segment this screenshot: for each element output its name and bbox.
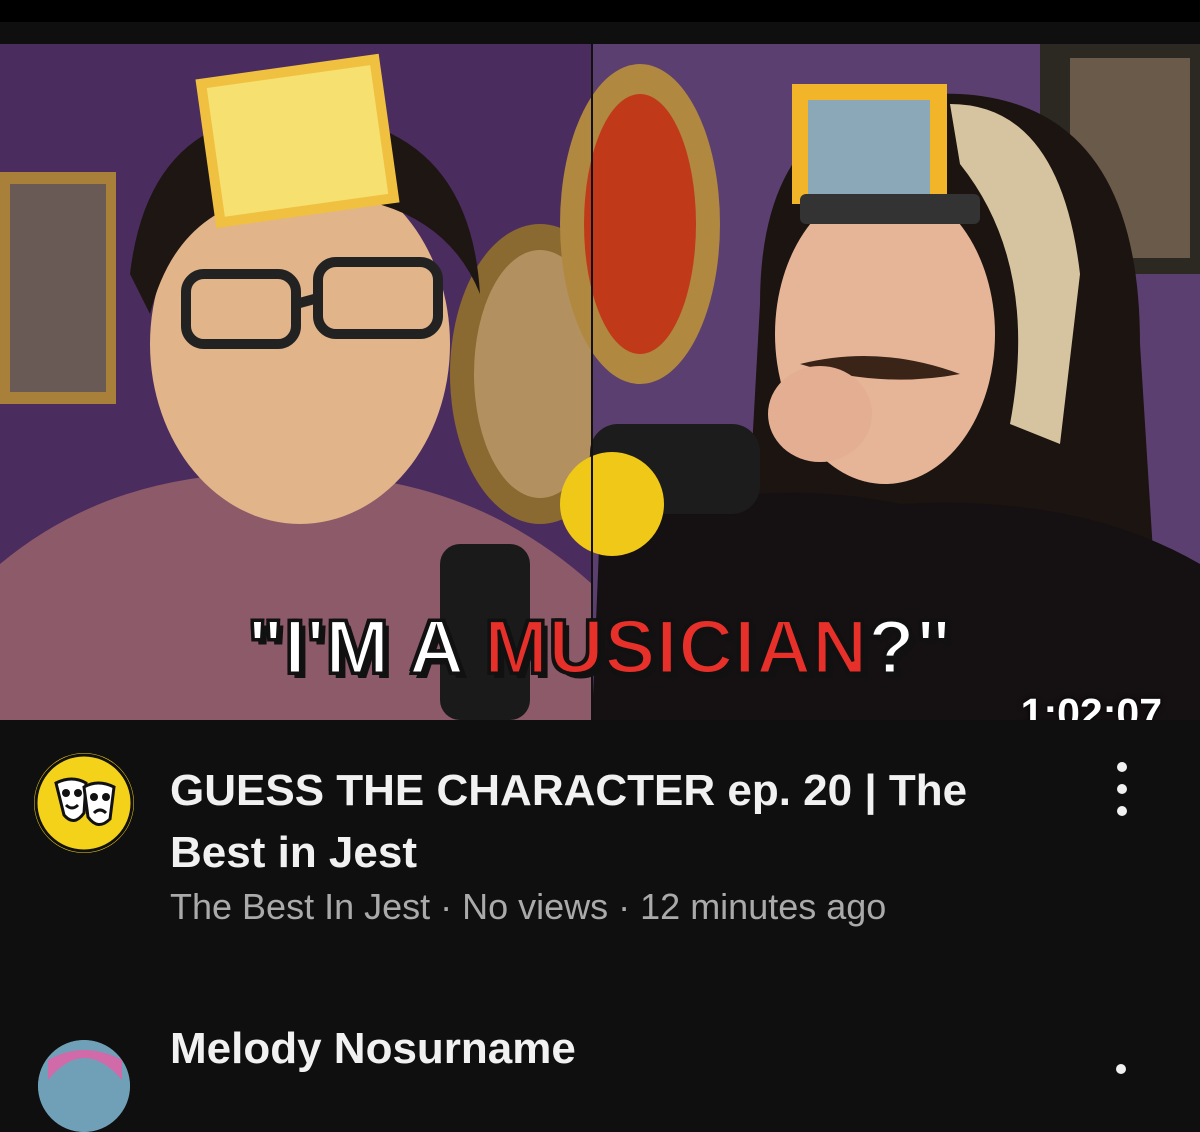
next-item-author[interactable]: Melody Nosurname	[170, 1024, 576, 1074]
comedy-tragedy-masks-icon	[34, 753, 134, 853]
status-bar	[0, 0, 1200, 22]
video-title[interactable]: GUESS THE CHARACTER ep. 20 | The Best in…	[170, 760, 1050, 884]
video-duration: 1:02:07	[1020, 690, 1162, 720]
video-thumbnail[interactable]: "I'M A MUSICIAN?" 1:02:07	[0, 44, 1200, 720]
kebab-menu-icon-dot	[1117, 806, 1127, 816]
caption-prefix: "I'M A	[246, 604, 485, 692]
caption-accent: MUSICIAN	[483, 604, 869, 692]
kebab-menu-icon-dot	[1117, 784, 1127, 794]
channel-avatar[interactable]	[34, 753, 134, 853]
kebab-menu-icon-dot	[1117, 762, 1127, 772]
user-avatar-icon	[38, 1040, 130, 1132]
video-meta: The Best In Jest · No views · 12 minutes…	[170, 886, 887, 927]
next-item-avatar[interactable]	[38, 1040, 130, 1132]
caption-suffix: ?"	[867, 604, 953, 692]
thumbnail-caption: "I'M A MUSICIAN?"	[0, 604, 1200, 692]
more-options-button[interactable]	[1098, 762, 1146, 816]
